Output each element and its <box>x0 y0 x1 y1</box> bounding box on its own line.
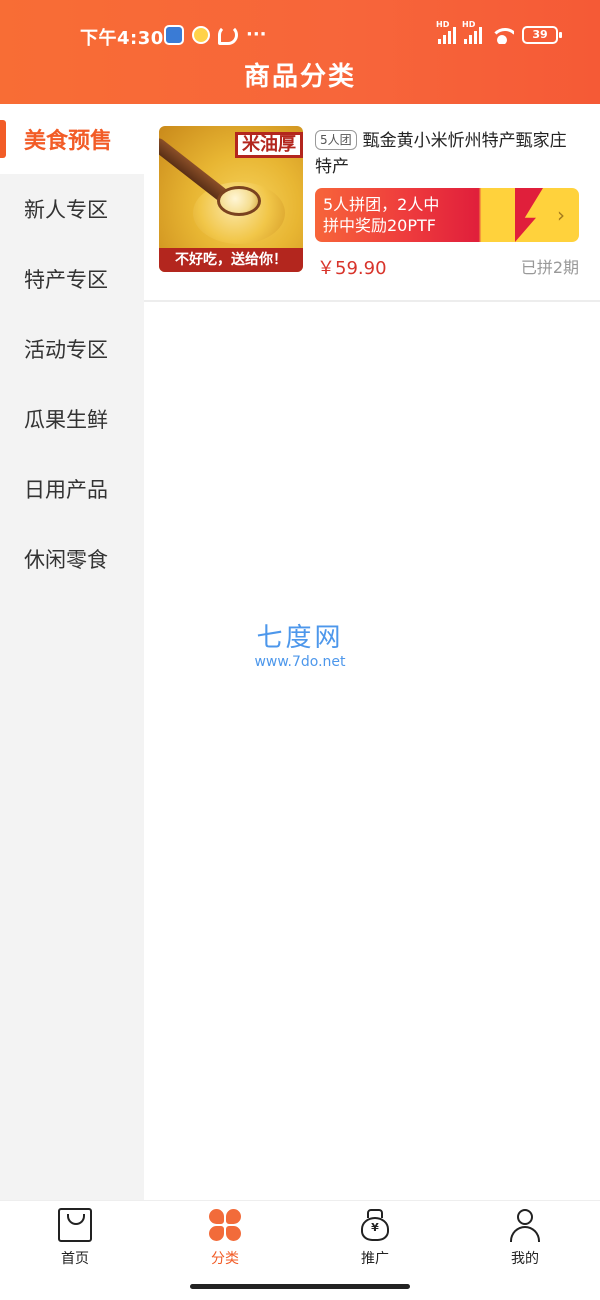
watermark-url: www.7do.net <box>254 654 346 670</box>
home-bag-icon <box>58 1208 92 1242</box>
money-bag-symbol: ¥ <box>361 1217 389 1241</box>
group-size-badge: 5人团 <box>315 130 357 150</box>
spoon-head-graphic <box>217 186 261 216</box>
promo-text: 5人拼团，2人中 拼中奖励20PTF <box>323 194 439 236</box>
promo-slant-shape <box>515 188 543 242</box>
app-header: 下午4:30 ··· HD HD 39 商品分类 <box>0 0 600 104</box>
product-image[interactable]: 米油厚 不好吃，送给你！ <box>159 126 303 272</box>
sidebar-item-label: 活动专区 <box>24 338 108 362</box>
sidebar-item-snacks[interactable]: 休闲零食 <box>0 524 144 594</box>
sidebar-item-label: 特产专区 <box>24 268 108 292</box>
tab-label: 我的 <box>511 1251 539 1267</box>
sidebar-item-label: 美食预售 <box>24 129 113 154</box>
tab-label: 分类 <box>211 1251 239 1267</box>
sidebar-item-label: 休闲零食 <box>24 548 108 572</box>
tab-home[interactable]: 首页 <box>0 1201 150 1300</box>
battery-icon: 39 <box>522 26 562 44</box>
sidebar-item-fresh-fruit[interactable]: 瓜果生鲜 <box>0 384 144 454</box>
category-sidebar: 美食预售 新人专区 特产专区 活动专区 瓜果生鲜 日用产品 休闲零食 <box>0 104 144 1200</box>
sidebar-item-specialty[interactable]: 特产专区 <box>0 244 144 314</box>
notification-app-icon <box>218 25 238 45</box>
chevron-right-icon: › <box>557 203 565 227</box>
status-bar: 下午4:30 ··· HD HD 39 <box>0 20 600 52</box>
money-bag-icon: ¥ <box>358 1208 392 1242</box>
home-indicator[interactable] <box>190 1284 410 1289</box>
tab-label: 首页 <box>61 1251 89 1267</box>
product-info: 5人团 甄金黄小米忻州特产甄家庄特产 <box>315 128 581 180</box>
watermark: 七度网 www.7do.net <box>245 622 355 670</box>
sidebar-item-food-presale[interactable]: 美食预售 <box>0 104 144 174</box>
sidebar-item-label: 新人专区 <box>24 198 108 222</box>
signal-2-icon: HD <box>462 20 482 44</box>
hd-label-2: HD <box>462 20 476 29</box>
product-price: ￥59.90 <box>317 258 387 279</box>
group-rounds-count: 已拼2期 <box>520 258 579 277</box>
watermark-main: 七度网 <box>256 623 344 653</box>
navigation-app-icon <box>164 25 184 45</box>
sidebar-item-newcomer[interactable]: 新人专区 <box>0 174 144 244</box>
image-tag-text: 米油厚 <box>242 134 296 155</box>
image-banner: 不好吃，送给你！ <box>159 248 303 272</box>
sidebar-item-label: 瓜果生鲜 <box>24 408 108 432</box>
sidebar-item-activity[interactable]: 活动专区 <box>0 314 144 384</box>
tab-label: 推广 <box>361 1251 389 1267</box>
group-buy-promo-button[interactable]: 5人拼团，2人中 拼中奖励20PTF › <box>315 188 579 242</box>
tab-mine[interactable]: 我的 <box>450 1201 600 1300</box>
user-icon <box>508 1208 542 1242</box>
category-icon <box>208 1208 242 1242</box>
product-title[interactable]: 5人团 甄金黄小米忻州特产甄家庄特产 <box>315 128 581 180</box>
hd-label: HD <box>436 20 450 29</box>
status-notification-icons: ··· <box>164 25 267 45</box>
signal-1-icon: HD <box>436 20 456 44</box>
more-notifications-icon: ··· <box>246 24 267 45</box>
promo-line-1: 5人拼团，2人中 <box>323 195 440 214</box>
product-card[interactable]: 米油厚 不好吃，送给你！ 5人团 甄金黄小米忻州特产甄家庄特产 5人拼团，2人中 … <box>144 104 600 302</box>
wifi-icon <box>490 26 514 44</box>
battery-level: 39 <box>532 28 548 41</box>
image-tag: 米油厚 <box>235 132 303 158</box>
promo-line-2: 拼中奖励20PTF <box>323 216 436 235</box>
status-time: 下午4:30 <box>80 28 164 49</box>
sidebar-item-label: 日用产品 <box>24 478 108 502</box>
status-system-icons: HD HD 39 <box>436 20 562 44</box>
sidebar-item-daily-goods[interactable]: 日用产品 <box>0 454 144 524</box>
weather-sun-icon <box>192 26 210 44</box>
page-title: 商品分类 <box>243 62 356 92</box>
